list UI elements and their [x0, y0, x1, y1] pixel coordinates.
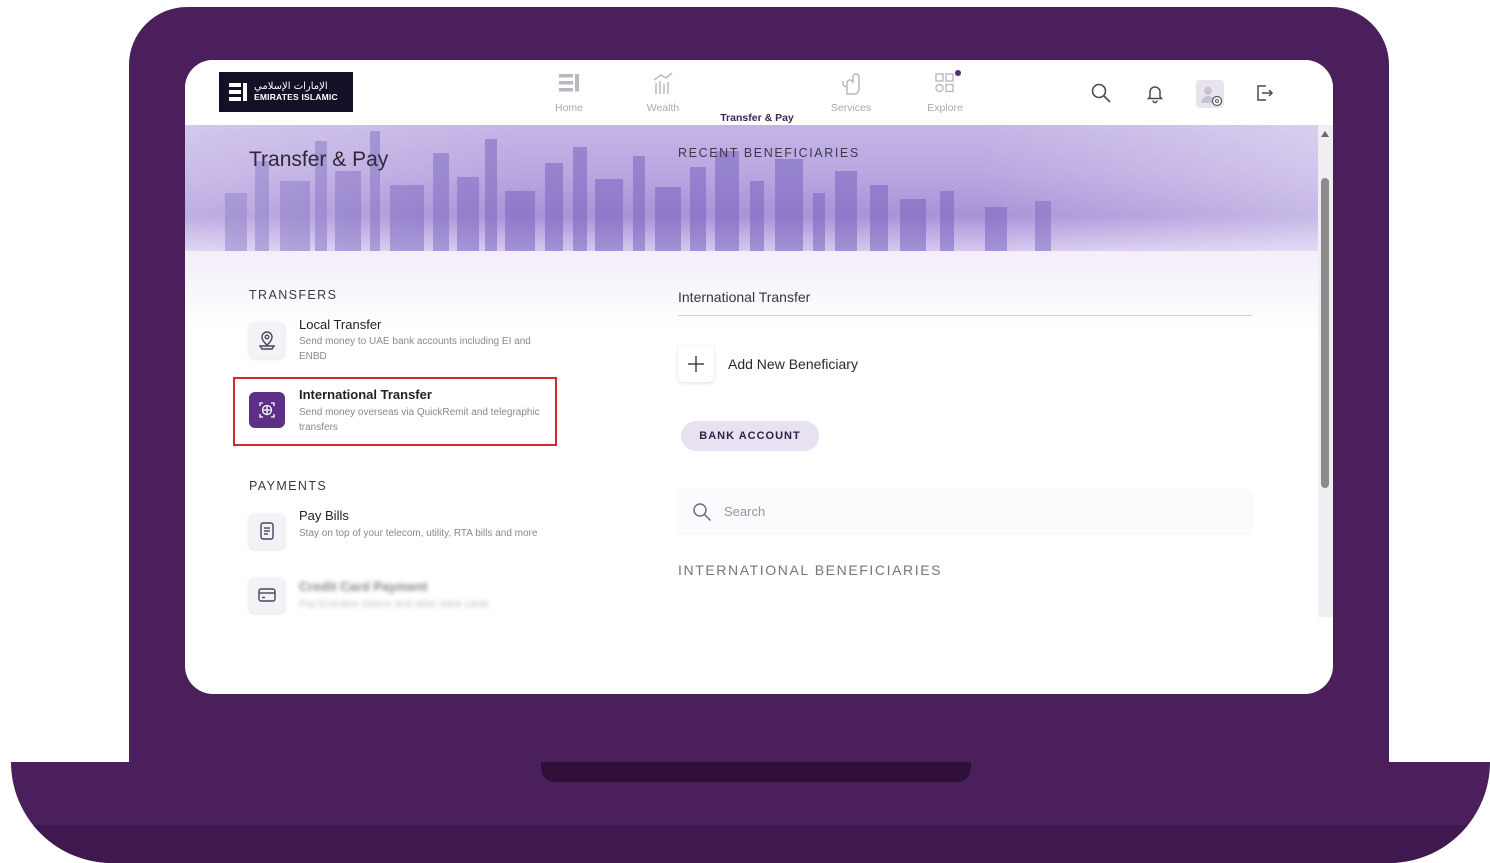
- bank-account-chip[interactable]: BANK ACCOUNT: [681, 421, 819, 451]
- pay-bills-description: Stay on top of your telecom, utility, RT…: [299, 528, 538, 539]
- local-transfer-title[interactable]: Local Transfer: [299, 317, 381, 332]
- scrollbar-thumb[interactable]: [1321, 178, 1329, 488]
- nav-wealth-label: Wealth: [646, 102, 680, 114]
- page-title: Transfer & Pay: [249, 148, 389, 171]
- international-transfer-divider: [678, 315, 1252, 316]
- search-bar: [678, 490, 1252, 533]
- nav-transfer-pay[interactable]: Transfer & Pay: [717, 108, 797, 124]
- stage: الإمارات الإسلامي EMIRATES ISLAMIC Home: [0, 0, 1490, 863]
- local-transfer-description: Send money to UAE bank accounts includin…: [299, 336, 531, 362]
- nav-home[interactable]: Home: [529, 70, 609, 114]
- scroll-up-arrow-icon[interactable]: [1321, 131, 1329, 137]
- city-skyline-banner: [185, 125, 1318, 251]
- nav-wealth[interactable]: Wealth: [623, 70, 703, 114]
- credit-card-payment-description: Pay Emirates Islamic and other bank card…: [299, 599, 490, 610]
- app-screen: الإمارات الإسلامي EMIRATES ISLAMIC Home: [185, 60, 1333, 694]
- logo-english-text: EMIRATES ISLAMIC: [254, 91, 338, 102]
- nav-explore[interactable]: Explore: [905, 70, 985, 114]
- logo-text: الإمارات الإسلامي EMIRATES ISLAMIC: [254, 82, 338, 101]
- transfers-heading: TRANSFERS: [249, 288, 338, 302]
- explore-notification-dot: [955, 70, 961, 76]
- emirates-islamic-logo[interactable]: الإمارات الإسلامي EMIRATES ISLAMIC: [219, 72, 353, 112]
- laptop-notch: [541, 762, 971, 782]
- pay-bills-tile[interactable]: [249, 513, 285, 549]
- top-navigation-bar: الإمارات الإسلامي EMIRATES ISLAMIC Home: [185, 60, 1333, 127]
- international-transfer-description: Send money overseas via QuickRemit and t…: [299, 407, 540, 433]
- profile-settings-icon: [1201, 87, 1223, 107]
- international-beneficiaries-heading: INTERNATIONAL BENEFICIARIES: [678, 562, 943, 578]
- home-icon: [559, 74, 579, 92]
- vertical-scrollbar[interactable]: [1318, 125, 1333, 617]
- international-transfer-tile[interactable]: [249, 392, 285, 428]
- payments-heading: PAYMENTS: [249, 479, 328, 493]
- credit-card-payment-tile[interactable]: [249, 577, 285, 613]
- local-transfer-icon: [258, 331, 276, 350]
- credit-card-payment-title[interactable]: Credit Card Payment: [299, 579, 428, 594]
- pay-bills-title[interactable]: Pay Bills: [299, 508, 349, 523]
- international-transfer-title[interactable]: International Transfer: [299, 387, 432, 402]
- credit-card-icon: [258, 588, 276, 602]
- nav-transfer-pay-label: Transfer & Pay: [720, 112, 794, 124]
- recent-beneficiaries-heading: RECENT BENEFICIARIES: [678, 146, 860, 160]
- logout-icon[interactable]: [1253, 82, 1275, 104]
- add-beneficiary-label[interactable]: Add New Beneficiary: [728, 356, 858, 372]
- services-hand-icon: [842, 73, 860, 95]
- international-transfer-icon: [259, 402, 275, 418]
- plus-icon: [688, 356, 704, 372]
- nav-home-label: Home: [554, 102, 583, 114]
- profile-settings-button[interactable]: [1196, 80, 1224, 108]
- add-beneficiary-button[interactable]: [678, 346, 714, 382]
- wealth-chart-icon: [653, 72, 673, 94]
- nav-explore-label: Explore: [927, 102, 963, 114]
- search-icon[interactable]: [1090, 82, 1112, 104]
- search-field-icon: [693, 502, 712, 521]
- search-input[interactable]: [724, 504, 1204, 519]
- bell-icon[interactable]: [1144, 82, 1166, 104]
- nav-services[interactable]: Services: [811, 70, 891, 114]
- logo-mark-icon: [229, 82, 247, 102]
- bill-icon: [260, 522, 274, 540]
- explore-grid-icon: [935, 73, 954, 93]
- international-transfer-label: International Transfer: [678, 289, 811, 305]
- nav-services-label: Services: [830, 102, 872, 114]
- local-transfer-tile[interactable]: [249, 322, 285, 358]
